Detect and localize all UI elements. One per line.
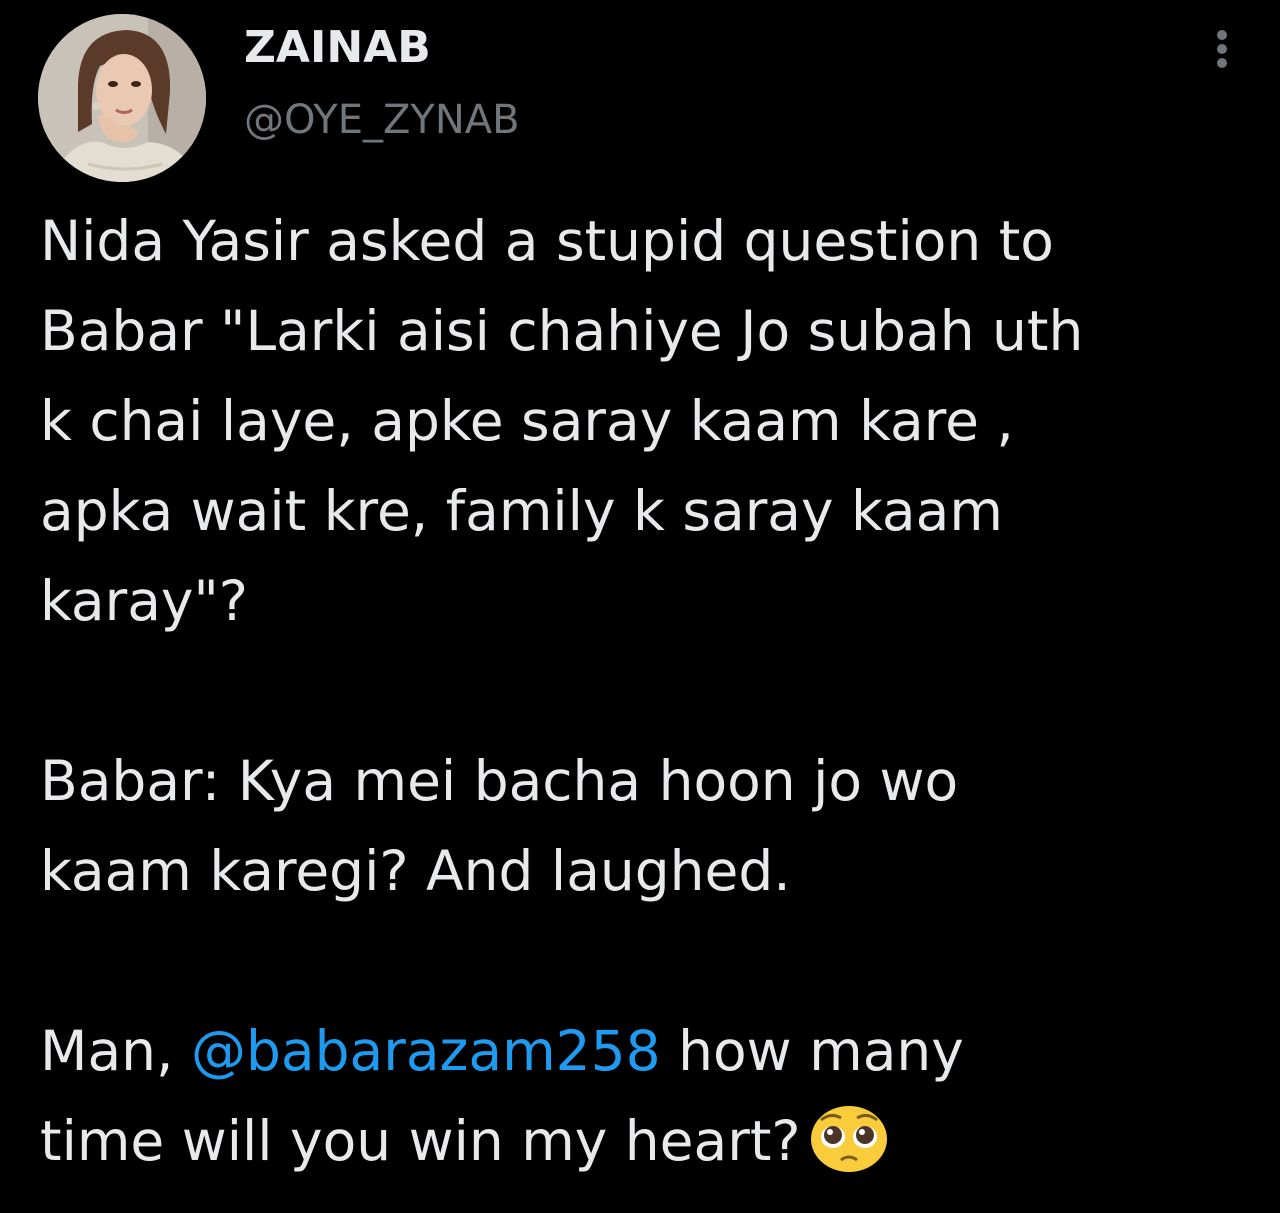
display-name[interactable]: ZAINAB [244, 22, 431, 74]
tweet-paragraph: Nida Yasir asked a stupid question to Ba… [40, 209, 1084, 633]
user-handle[interactable]: @OYE_ZYNAB [244, 94, 520, 146]
tweet-text-segment: Man, [40, 1019, 191, 1083]
profile-photo [38, 14, 206, 182]
more-options-button[interactable] [1202, 26, 1242, 72]
avatar[interactable] [38, 14, 206, 182]
tweet-text: Nida Yasir asked a stupid question to Ba… [40, 196, 1260, 1200]
pleading-face-emoji-icon [809, 1104, 889, 1200]
tweet-paragraph: Man, @babarazam258 how many time will yo… [40, 1006, 1260, 1200]
mention-link[interactable]: @babarazam258 [191, 1019, 661, 1083]
tweet: ZAINAB @OYE_ZYNAB Nida Yasir asked a stu… [0, 0, 1280, 1213]
tweet-paragraph: Babar: Kya mei bacha hoon jo wo kaam kar… [40, 749, 959, 903]
